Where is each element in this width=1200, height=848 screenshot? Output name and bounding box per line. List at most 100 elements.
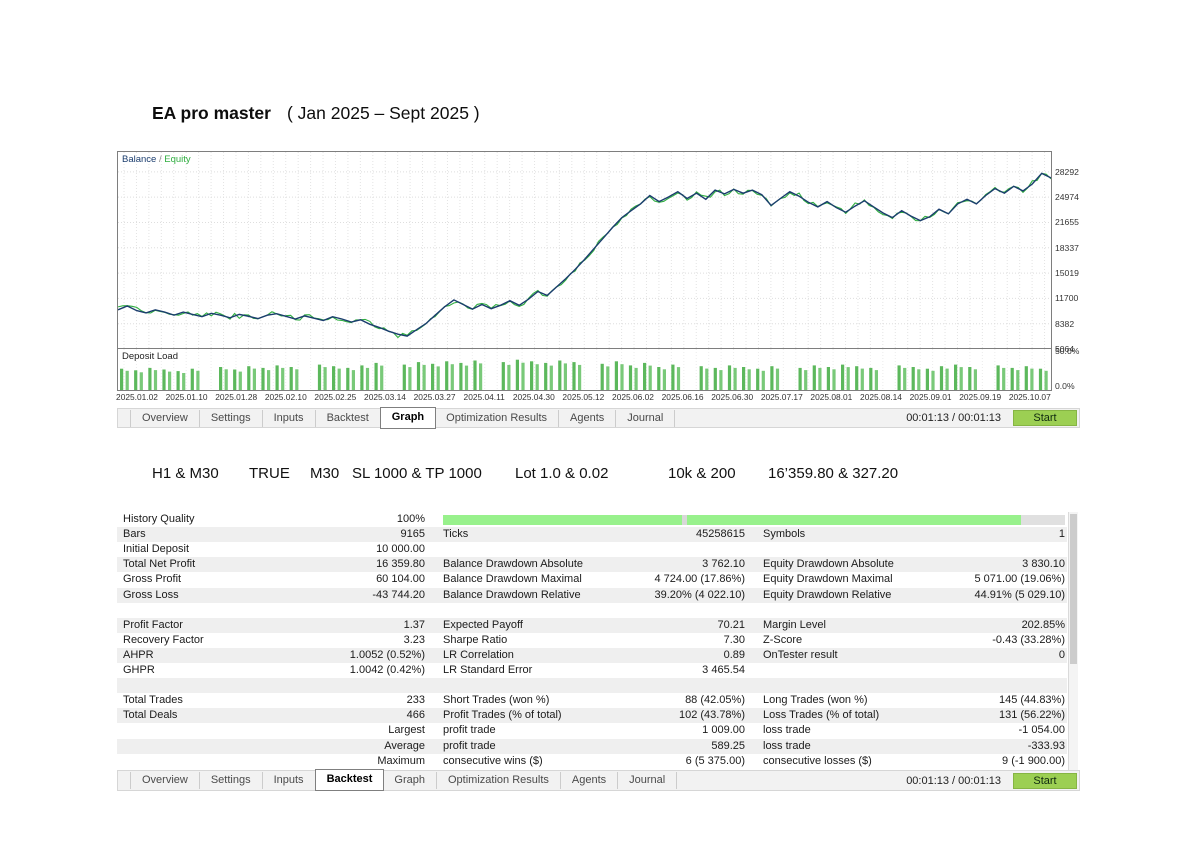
table-row: Total Net Profit16 359.80Balance Drawdow… bbox=[117, 557, 1067, 572]
deposit-bar bbox=[671, 365, 674, 390]
deposit-load-label: Deposit Load bbox=[122, 351, 178, 362]
deposit-bar bbox=[148, 368, 151, 390]
table-scrollbar[interactable] bbox=[1068, 512, 1078, 770]
tab-overview[interactable]: Overview bbox=[130, 772, 200, 789]
deposit-bar bbox=[168, 372, 171, 390]
table-row: Total Deals466Profit Trades (% of total)… bbox=[117, 708, 1067, 723]
stat-value: 466 bbox=[247, 709, 425, 721]
deposit-axis-tick-label: 50.0% bbox=[1055, 346, 1079, 356]
balance-equity-chart bbox=[117, 151, 1052, 350]
deposit-bar bbox=[423, 365, 426, 390]
table-row: Maximumconsecutive wins ($)6 (5 375.00)c… bbox=[117, 754, 1067, 769]
deposit-bar bbox=[276, 365, 279, 390]
deposit-bar bbox=[813, 365, 816, 390]
deposit-bar bbox=[445, 361, 448, 390]
stat-value: 102 (43.78%) bbox=[585, 709, 745, 721]
x-axis-tick-label: 2025.02.10 bbox=[259, 392, 313, 402]
deposit-bar bbox=[728, 365, 731, 390]
stat-value: Largest bbox=[247, 724, 425, 736]
tab-optimization-results[interactable]: Optimization Results bbox=[437, 772, 561, 789]
parameter-value: 16’359.80 & 327.20 bbox=[768, 465, 898, 482]
backtest-report-page: EA pro master( Jan 2025 – Sept 2025 ) Ba… bbox=[0, 0, 1200, 848]
deposit-bar bbox=[162, 370, 165, 391]
deposit-bar bbox=[536, 364, 539, 390]
deposit-bar bbox=[847, 367, 850, 390]
start-button[interactable]: Start bbox=[1013, 410, 1077, 426]
x-axis-tick-label: 2025.03.27 bbox=[408, 392, 462, 402]
deposit-bar bbox=[126, 371, 129, 390]
deposit-bar bbox=[649, 366, 652, 390]
deposit-bar bbox=[869, 368, 872, 390]
deposit-bar bbox=[1016, 370, 1019, 390]
tester-tabbar-bottom: OverviewSettingsInputsBacktestGraphOptim… bbox=[117, 770, 1080, 791]
stat-value: 0 bbox=[901, 649, 1065, 661]
start-button[interactable]: Start bbox=[1013, 773, 1077, 789]
tabs-top: OverviewSettingsInputsBacktestGraphOptim… bbox=[130, 409, 675, 427]
stat-value: 45258615 bbox=[585, 528, 745, 540]
parameter-value: SL 1000 & TP 1000 bbox=[352, 465, 482, 482]
tab-graph[interactable]: Graph bbox=[380, 407, 436, 429]
deposit-bar bbox=[267, 370, 270, 390]
x-axis-tick-label: 2025.09.19 bbox=[953, 392, 1007, 402]
deposit-bar bbox=[332, 366, 335, 390]
tab-journal[interactable]: Journal bbox=[618, 772, 677, 789]
stat-value: 1.0042 (0.42%) bbox=[247, 664, 425, 676]
deposit-bar bbox=[572, 362, 575, 390]
y-axis-tick-label: 21655 bbox=[1055, 217, 1079, 227]
tab-settings[interactable]: Settings bbox=[200, 772, 263, 789]
tab-overview[interactable]: Overview bbox=[130, 410, 200, 427]
parameter-value: 10k & 200 bbox=[668, 465, 736, 482]
scrollbar-thumb[interactable] bbox=[1070, 514, 1077, 664]
stat-value: -1 054.00 bbox=[901, 724, 1065, 736]
tab-graph[interactable]: Graph bbox=[383, 772, 437, 789]
table-row: AHPR1.0052 (0.52%)LR Correlation0.89OnTe… bbox=[117, 648, 1067, 663]
x-axis-tick-label: 2025.01.10 bbox=[160, 392, 214, 402]
stat-value: 1.0052 (0.52%) bbox=[247, 649, 425, 661]
tab-backtest[interactable]: Backtest bbox=[315, 769, 385, 791]
deposit-bar bbox=[247, 366, 250, 390]
deposit-bar bbox=[931, 371, 934, 390]
deposit-bar bbox=[917, 369, 920, 390]
table-row: Largestprofit trade1 009.00loss trade-1 … bbox=[117, 723, 1067, 738]
deposit-bar bbox=[997, 365, 1000, 390]
tab-inputs[interactable]: Inputs bbox=[263, 410, 316, 427]
tab-optimization-results[interactable]: Optimization Results bbox=[435, 410, 559, 427]
deposit-bar bbox=[1002, 368, 1005, 390]
deposit-bar bbox=[564, 363, 567, 390]
tab-journal[interactable]: Journal bbox=[616, 410, 675, 427]
deposit-bar bbox=[403, 365, 406, 390]
stat-value: 0.89 bbox=[585, 649, 745, 661]
deposit-bar bbox=[827, 367, 830, 390]
deposit-bar bbox=[946, 369, 949, 390]
test-duration: 00:01:13 / 00:01:13 bbox=[906, 412, 1001, 424]
deposit-bar bbox=[473, 361, 476, 391]
deposit-bar bbox=[253, 369, 256, 390]
backtest-results-table: History Quality100%Bars9165Ticks45258615… bbox=[117, 512, 1067, 770]
deposit-bar bbox=[366, 368, 369, 390]
deposit-bar bbox=[324, 367, 327, 390]
tab-settings[interactable]: Settings bbox=[200, 410, 263, 427]
deposit-bar bbox=[861, 369, 864, 390]
stat-value: 70.21 bbox=[585, 619, 745, 631]
x-axis-tick-label: 2025.04.11 bbox=[457, 392, 511, 402]
deposit-bar bbox=[578, 365, 581, 390]
tab-backtest[interactable]: Backtest bbox=[316, 410, 381, 427]
balance-equity-plot bbox=[118, 152, 1051, 349]
tester-tabbar-top: OverviewSettingsInputsBacktestGraphOptim… bbox=[117, 408, 1080, 428]
deposit-bar bbox=[140, 372, 143, 390]
tab-inputs[interactable]: Inputs bbox=[263, 772, 316, 789]
deposit-bar bbox=[1025, 366, 1028, 390]
deposit-bar bbox=[507, 365, 510, 390]
deposit-bar bbox=[451, 364, 454, 390]
tab-agents[interactable]: Agents bbox=[561, 772, 618, 789]
deposit-bar bbox=[629, 365, 632, 390]
stat-value: 3 830.10 bbox=[901, 558, 1065, 570]
stat-value: 3 465.54 bbox=[585, 664, 745, 676]
table-row: Total Trades233Short Trades (won %)88 (4… bbox=[117, 693, 1067, 708]
deposit-bar bbox=[281, 368, 284, 390]
deposit-bar bbox=[615, 361, 618, 390]
deposit-bar bbox=[643, 363, 646, 390]
stat-value: 5 071.00 (19.06%) bbox=[901, 573, 1065, 585]
deposit-bar bbox=[841, 365, 844, 390]
tab-agents[interactable]: Agents bbox=[559, 410, 616, 427]
